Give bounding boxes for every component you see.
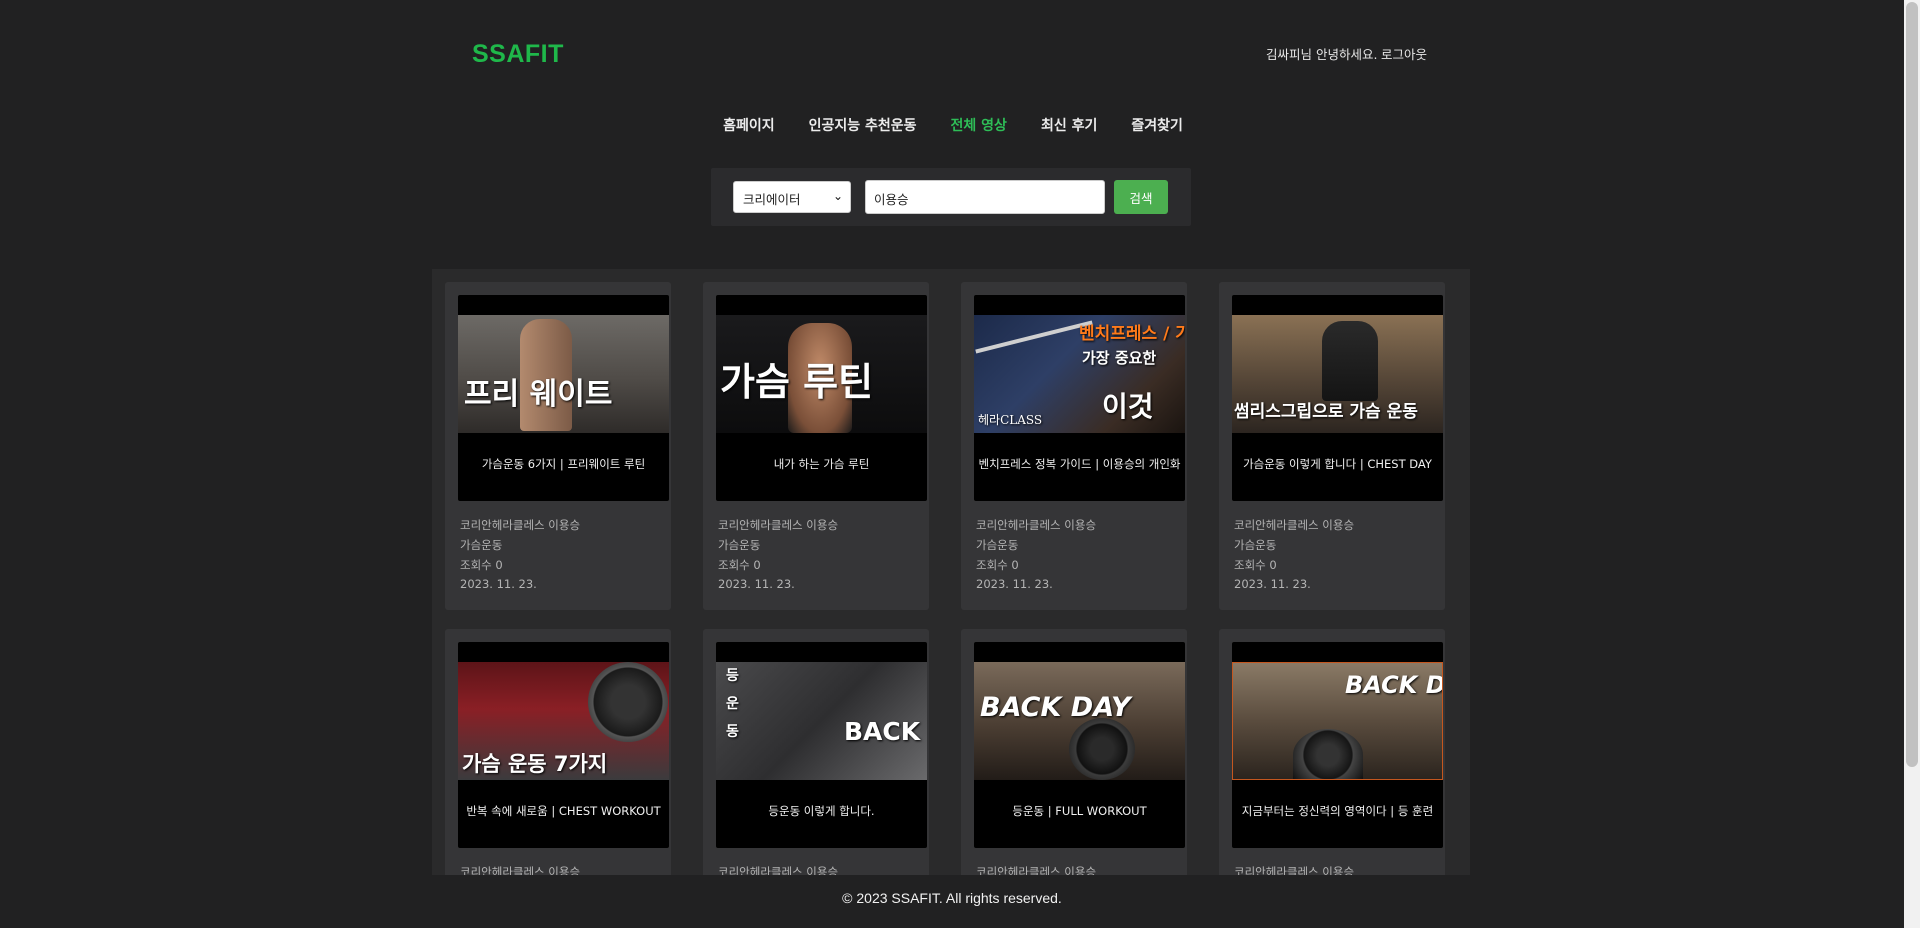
video-thumbnail[interactable]: 프리 웨이트 가슴운동 6가지 | 프리웨이트 루틴 xyxy=(458,295,669,501)
video-card[interactable]: BACK DAY 지금부터는 정신력의 영역이다 | 등 훈련 코리안헤라클레스… xyxy=(1219,629,1445,875)
logo[interactable]: SSAFIT xyxy=(472,40,564,69)
thumbnail-image: 등운동 BACK DAY xyxy=(716,662,927,780)
page: SSAFIT 김싸피님 안녕하세요. 로그아웃 홈페이지 인공지능 추천운동 전… xyxy=(0,0,1904,928)
video-thumbnail[interactable]: 벤치프레스 / 가장 중요한 / 이것 가장 중요한 이것 헤라CLASS 벤치… xyxy=(974,295,1185,501)
video-channel: 코리안헤라클레스 이용승 xyxy=(460,865,581,875)
video-thumbnail[interactable]: 등운동 BACK DAY 등운동 이렇게 합니다. xyxy=(716,642,927,848)
video-date: 2023. 11. 23. xyxy=(718,577,795,591)
video-title: 지금부터는 정신력의 영역이다 | 등 훈련 xyxy=(1241,804,1434,818)
video-views: 조회수 0 xyxy=(1234,558,1277,572)
thumbnail-overlay-text: 썸리스그립으로 가슴 운동 xyxy=(1234,402,1418,422)
video-channel: 코리안헤라클레스 이용승 xyxy=(718,518,839,532)
video-card[interactable]: 프리 웨이트 가슴운동 6가지 | 프리웨이트 루틴 코리안헤라클레스 이용승 … xyxy=(445,282,671,610)
video-thumbnail[interactable]: BACK DAY 지금부터는 정신력의 영역이다 | 등 훈련 xyxy=(1232,642,1443,848)
video-title: 벤치프레스 정복 가이드 | 이용승의 개인화 xyxy=(978,457,1181,471)
thumbnail-overlay-text: 프리 웨이트 xyxy=(464,377,613,412)
video-category: 가슴운동 xyxy=(976,538,1019,552)
thumbnail-image: 가슴 운동 7가지 xyxy=(458,662,669,780)
video-channel: 코리안헤라클레스 이용승 xyxy=(976,865,1097,875)
nav-home[interactable]: 홈페이지 xyxy=(721,115,775,135)
video-title: 내가 하는 가슴 루틴 xyxy=(773,457,870,471)
thumbnail-overlay-text: BACK DAY xyxy=(980,692,1131,723)
thumbnail-image: BACK DAY xyxy=(974,662,1185,780)
search-button[interactable]: 검색 xyxy=(1114,180,1168,214)
thumbnail-image: 벤치프레스 / 가장 중요한 / 이것 가장 중요한 이것 헤라CLASS xyxy=(974,315,1185,433)
video-channel: 코리안헤라클레스 이용승 xyxy=(460,518,581,532)
search-input[interactable]: 이용승 xyxy=(865,180,1105,214)
video-card[interactable]: 벤치프레스 / 가장 중요한 / 이것 가장 중요한 이것 헤라CLASS 벤치… xyxy=(961,282,1187,610)
video-title: 가슴운동 6가지 | 프리웨이트 루틴 xyxy=(481,457,646,471)
video-views: 조회수 0 xyxy=(718,558,761,572)
video-thumbnail[interactable]: BACK DAY 등운동 | FULL WORKOUT xyxy=(974,642,1185,848)
video-views: 조회수 0 xyxy=(460,558,503,572)
thumbnail-image: 가슴 루틴 xyxy=(716,315,927,433)
nav-all-videos[interactable]: 전체 영상 xyxy=(949,115,1007,135)
page-scrollbar[interactable] xyxy=(1904,0,1920,928)
nav-favorites[interactable]: 즐겨찾기 xyxy=(1129,115,1183,135)
thumbnail-image: BACK DAY xyxy=(1232,662,1443,780)
video-thumbnail[interactable]: 썸리스그립으로 가슴 운동 가슴운동 이렇게 합니다 | CHEST DAY xyxy=(1232,295,1443,501)
video-channel: 코리안헤라클레스 이용승 xyxy=(1234,865,1355,875)
video-title: 등운동 이렇게 합니다. xyxy=(768,804,875,818)
video-category: 가슴운동 xyxy=(460,538,503,552)
chevron-down-icon: ⌄ xyxy=(832,189,843,203)
thumbnail-image: 프리 웨이트 xyxy=(458,315,669,433)
video-card[interactable]: 가슴 운동 7가지 반복 속에 새로움 | CHEST WORKOUT 코리안헤… xyxy=(445,629,671,875)
thumbnail-overlay-text: 벤치프레스 / 가장 중요한 / 이것 xyxy=(1079,324,1185,344)
nav-ai-recommend[interactable]: 인공지능 추천운동 xyxy=(807,115,917,135)
user-greeting: 김싸피님 안녕하세요. xyxy=(1266,47,1378,62)
video-thumbnail[interactable]: 가슴 루틴 내가 하는 가슴 루틴 xyxy=(716,295,927,501)
video-date: 2023. 11. 23. xyxy=(1234,577,1311,591)
video-title: 등운동 | FULL WORKOUT xyxy=(1012,804,1147,818)
thumbnail-overlay-text: BACK DAY xyxy=(844,717,927,746)
video-views: 조회수 0 xyxy=(976,558,1019,572)
thumbnail-overlay-text: 가슴 루틴 xyxy=(720,360,874,404)
scrollbar-thumb[interactable] xyxy=(1906,2,1918,767)
video-card[interactable]: 썸리스그립으로 가슴 운동 가슴운동 이렇게 합니다 | CHEST DAY 코… xyxy=(1219,282,1445,610)
thumbnail-image: 썸리스그립으로 가슴 운동 xyxy=(1232,315,1443,433)
video-channel: 코리안헤라클레스 이용승 xyxy=(976,518,1097,532)
video-thumbnail[interactable]: 가슴 운동 7가지 반복 속에 새로움 | CHEST WORKOUT xyxy=(458,642,669,848)
search-panel: 크리에이터 ⌄ 이용승 검색 xyxy=(711,168,1191,226)
video-title: 반복 속에 새로움 | CHEST WORKOUT xyxy=(466,804,661,818)
video-date: 2023. 11. 23. xyxy=(976,577,1053,591)
thumbnail-overlay-text: BACK DAY xyxy=(1345,671,1442,699)
video-category: 가슴운동 xyxy=(1234,538,1277,552)
video-date: 2023. 11. 23. xyxy=(460,577,537,591)
video-grid: 프리 웨이트 가슴운동 6가지 | 프리웨이트 루틴 코리안헤라클레스 이용승 … xyxy=(432,269,1470,875)
video-channel: 코리안헤라클레스 이용승 xyxy=(718,865,839,875)
logout-link[interactable]: 로그아웃 xyxy=(1381,44,1427,63)
nav-recent-reviews[interactable]: 최신 후기 xyxy=(1039,115,1097,135)
main-nav: 홈페이지 인공지능 추천운동 전체 영상 최신 후기 즐겨찾기 xyxy=(0,115,1904,135)
video-channel: 코리안헤라클레스 이용승 xyxy=(1234,518,1355,532)
search-filter-value: 크리에이터 xyxy=(743,192,801,207)
thumbnail-overlay-text: 가슴 운동 7가지 xyxy=(462,752,608,776)
footer-copyright: © 2023 SSAFIT. All rights reserved. xyxy=(842,890,1062,906)
search-filter-select[interactable]: 크리에이터 ⌄ xyxy=(733,181,851,213)
video-card[interactable]: 등운동 BACK DAY 등운동 이렇게 합니다. 코리안헤라클레스 이용승 xyxy=(703,629,929,875)
video-title: 가슴운동 이렇게 합니다 | CHEST DAY xyxy=(1243,457,1432,471)
video-card[interactable]: 가슴 루틴 내가 하는 가슴 루틴 코리안헤라클레스 이용승 가슴운동 조회수 … xyxy=(703,282,929,610)
video-card[interactable]: BACK DAY 등운동 | FULL WORKOUT 코리안헤라클레스 이용승 xyxy=(961,629,1187,875)
video-category: 가슴운동 xyxy=(718,538,761,552)
